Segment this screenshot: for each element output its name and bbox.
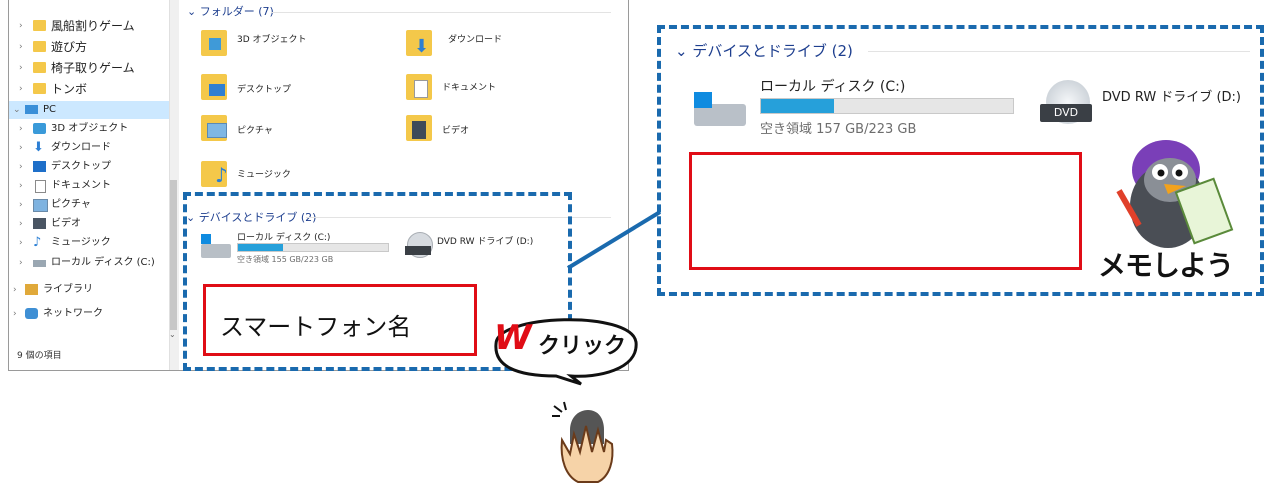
cube-icon	[33, 123, 46, 134]
picture-icon	[33, 199, 48, 212]
hand-mouse-illustration	[552, 401, 614, 483]
nav-item-pictures[interactable]: › ピクチャ	[9, 196, 169, 214]
zoom-section-divider	[868, 51, 1250, 52]
nav-item-network[interactable]: › ネットワーク	[9, 305, 169, 323]
zoom-local-disk-tile: ローカル ディスク (C:) 空き領域 157 GB/223 GB	[690, 72, 1020, 137]
zoom-disk-usage-bar	[760, 98, 1014, 114]
nav-item-3d-objects[interactable]: › 3D オブジェクト	[9, 120, 169, 138]
document-icon	[35, 180, 46, 193]
chevron-down-icon: ⌄	[187, 5, 200, 18]
nav-scrollbar-thumb[interactable]	[170, 180, 177, 330]
chevron-right-icon[interactable]: ›	[19, 59, 23, 77]
smartphone-label: スマートフォン名	[220, 313, 412, 341]
folder-icon	[33, 20, 46, 31]
nav-item-folder-3[interactable]: › 椅子取りゲーム	[9, 59, 169, 77]
desktop-icon	[33, 161, 46, 172]
document-icon	[414, 80, 428, 98]
nav-item-documents[interactable]: › ドキュメント	[9, 177, 169, 195]
smartphone-device-box[interactable]: スマートフォン名	[203, 284, 477, 356]
nav-item-desktop[interactable]: › デスクトップ	[9, 158, 169, 176]
nav-item-local-disk[interactable]: › ローカル ディスク (C:)	[9, 254, 169, 272]
connector-line	[566, 210, 662, 270]
chevron-right-icon[interactable]: ›	[19, 17, 23, 35]
chevron-right-icon[interactable]: ›	[19, 80, 23, 98]
scroll-down-arrow-icon[interactable]: ⌄	[169, 330, 176, 339]
chevron-right-icon[interactable]: ›	[19, 120, 23, 138]
network-icon	[25, 308, 38, 319]
nav-item-folder-2[interactable]: › 遊び方	[9, 38, 169, 56]
status-bar-item-count: 9 個の項目	[17, 351, 62, 361]
folder-icon	[33, 83, 46, 94]
chevron-down-icon: ⌄	[675, 42, 693, 60]
library-icon	[25, 284, 38, 295]
dvd-drive-icon: DVD	[1040, 104, 1092, 122]
nav-item-videos[interactable]: › ビデオ	[9, 215, 169, 233]
download-arrow-icon: ⬇	[33, 140, 44, 155]
folder-icon	[33, 41, 46, 52]
chevron-right-icon[interactable]: ›	[19, 254, 23, 272]
chevron-right-icon[interactable]: ›	[19, 158, 23, 176]
nav-item-music[interactable]: › ♪ ミュージック	[9, 234, 169, 252]
section-divider	[271, 12, 611, 13]
hand-icon	[560, 425, 614, 483]
drive-icon	[33, 260, 46, 267]
video-icon	[33, 218, 46, 229]
picture-icon	[207, 123, 227, 138]
music-note-icon: ♪	[215, 163, 228, 187]
memo-caption: メモしよう	[1098, 249, 1234, 282]
double-click-w: W	[494, 318, 532, 358]
chevron-right-icon[interactable]: ›	[13, 305, 17, 323]
chevron-right-icon[interactable]: ›	[19, 234, 23, 252]
navigation-pane: › 風船割りゲーム › 遊び方 › 椅子取りゲーム › トンボ ⌄ PC › 3…	[9, 0, 179, 370]
desktop-icon	[209, 84, 225, 96]
zoom-disk-usage-fill	[761, 99, 835, 113]
nav-item-libraries[interactable]: › ライブラリ	[9, 281, 169, 299]
music-note-icon: ♪	[33, 235, 42, 250]
chevron-right-icon[interactable]: ›	[19, 38, 23, 56]
nav-item-downloads[interactable]: › ⬇ ダウンロード	[9, 139, 169, 157]
chevron-right-icon[interactable]: ›	[19, 177, 23, 195]
nav-item-folder-1[interactable]: › 風船割りゲーム	[9, 17, 169, 35]
zoom-connector	[566, 210, 662, 270]
nav-item-pc[interactable]: ⌄ PC	[9, 101, 169, 119]
nav-item-folder-4[interactable]: › トンボ	[9, 80, 169, 98]
click-burst-icon	[552, 401, 567, 417]
chevron-right-icon[interactable]: ›	[19, 215, 23, 233]
film-icon	[412, 121, 426, 139]
download-arrow-icon: ⬇	[414, 36, 430, 57]
chevron-down-icon[interactable]: ⌄	[13, 101, 21, 119]
chevron-right-icon[interactable]: ›	[13, 281, 17, 299]
chevron-right-icon[interactable]: ›	[19, 139, 23, 157]
pc-icon	[25, 105, 38, 114]
memo-answer-box[interactable]	[689, 152, 1082, 270]
chevron-right-icon[interactable]: ›	[19, 196, 23, 214]
zoom-devices-header: ⌄ デバイスとドライブ (2)	[675, 42, 853, 60]
folder-icon	[33, 62, 46, 73]
click-text: クリック	[538, 334, 627, 359]
folders-section-header[interactable]: ⌄ フォルダー (7)	[187, 3, 274, 19]
windows-logo-icon	[694, 92, 712, 108]
cube-icon	[209, 38, 221, 50]
